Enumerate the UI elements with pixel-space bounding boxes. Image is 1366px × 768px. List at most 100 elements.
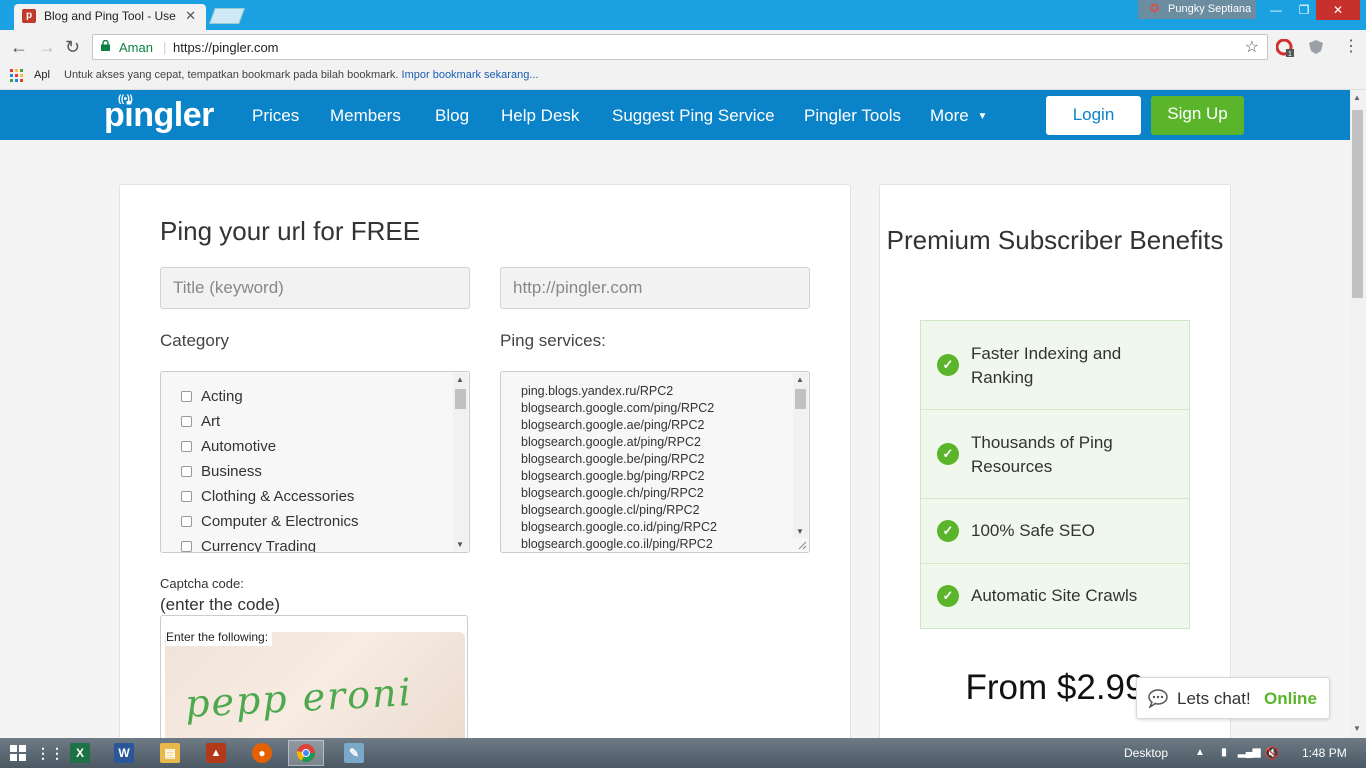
- page-scrollbar[interactable]: ▲ ▼: [1350, 90, 1366, 738]
- signal-waves-icon: ((•)): [118, 94, 133, 105]
- apps-grid-taskbar-icon[interactable]: ⋮⋮: [36, 743, 64, 763]
- category-name: Business: [201, 463, 262, 480]
- category-name: Automotive: [201, 438, 277, 455]
- lock-icon: [101, 40, 110, 51]
- pingler-logo[interactable]: ((•)) pingler: [104, 94, 214, 135]
- category-scroll-thumb[interactable]: [455, 389, 466, 409]
- ping-services-textarea[interactable]: ping.blogs.yandex.ru/RPC2 blogsearch.goo…: [500, 371, 810, 553]
- extension-icon[interactable]: 1: [1276, 39, 1294, 57]
- battery-icon[interactable]: ▮: [1214, 743, 1234, 763]
- file-explorer-icon[interactable]: ▤: [160, 743, 180, 763]
- nav-suggest-ping-service[interactable]: Suggest Ping Service: [612, 106, 775, 126]
- window-close-icon[interactable]: ✕: [1316, 0, 1360, 20]
- nav-pingler-tools[interactable]: Pingler Tools: [804, 106, 901, 126]
- services-scroll-thumb[interactable]: [795, 389, 806, 409]
- benefits-list: ✓ Faster Indexing and Ranking ✓ Thousand…: [920, 320, 1190, 629]
- captcha-word: pepp eroni: [184, 670, 414, 726]
- category-item[interactable]: Acting: [181, 388, 243, 405]
- word-icon[interactable]: W: [114, 743, 134, 763]
- category-item[interactable]: Clothing & Accessories: [181, 488, 354, 505]
- nav-help-desk[interactable]: Help Desk: [501, 106, 579, 126]
- checkbox[interactable]: [181, 391, 192, 402]
- category-label: Category: [160, 331, 229, 350]
- scroll-up-arrow-icon[interactable]: ▲: [456, 375, 464, 384]
- chat-widget[interactable]: Lets chat! Online: [1136, 677, 1330, 719]
- scroll-down-arrow-icon[interactable]: ▼: [1353, 724, 1361, 733]
- category-item[interactable]: Art: [181, 413, 220, 430]
- title-keyword-input[interactable]: [160, 267, 470, 309]
- menu-icon[interactable]: ⋮: [1343, 36, 1359, 56]
- scroll-down-arrow-icon[interactable]: ▼: [456, 540, 464, 549]
- service-line: blogsearch.google.ae/ping/RPC2: [521, 418, 705, 432]
- address-separator: |: [163, 40, 167, 55]
- category-item[interactable]: Business: [181, 463, 262, 480]
- captcha-box: pepp eroni Enter the following:: [160, 615, 468, 745]
- url-input[interactable]: [500, 267, 810, 309]
- minimize-icon[interactable]: —: [1262, 0, 1290, 20]
- nav-blog[interactable]: Blog: [435, 106, 469, 126]
- category-list[interactable]: Acting Art Automotive Business Clothing …: [160, 371, 470, 553]
- windows-start-icon[interactable]: [10, 745, 26, 761]
- maximize-icon[interactable]: ❐: [1290, 0, 1318, 20]
- svg-text:1: 1: [1288, 51, 1292, 57]
- captcha-image: pepp eroni: [165, 632, 465, 744]
- address-bar[interactable]: Aman | https://pingler.com ☆: [92, 34, 1268, 60]
- volume-muted-icon[interactable]: 🔇: [1262, 743, 1282, 763]
- captcha-sublabel: (enter the code): [160, 595, 281, 614]
- forward-arrow-icon[interactable]: →: [38, 37, 56, 58]
- category-item[interactable]: Computer & Electronics: [181, 513, 359, 530]
- checkbox[interactable]: [181, 491, 192, 502]
- signup-button[interactable]: Sign Up: [1151, 96, 1244, 135]
- benefit-text: Automatic Site Crawls: [971, 586, 1138, 605]
- url-text[interactable]: https://pingler.com: [173, 40, 279, 55]
- bookmark-star-icon[interactable]: ☆: [1245, 37, 1259, 57]
- resize-grip-icon[interactable]: [797, 540, 807, 550]
- page-scroll-thumb[interactable]: [1352, 110, 1363, 298]
- network-signal-icon[interactable]: ▂▄▆: [1238, 743, 1260, 763]
- category-item[interactable]: Automotive: [181, 438, 276, 455]
- tab-close-icon[interactable]: ✕: [185, 8, 196, 24]
- back-arrow-icon[interactable]: ←: [10, 37, 28, 58]
- category-scrollbar[interactable]: ▲ ▼: [453, 373, 468, 551]
- service-line: blogsearch.google.be/ping/RPC2: [521, 452, 705, 466]
- desktop-toolbar-label[interactable]: Desktop: [1124, 746, 1168, 760]
- apps-label[interactable]: Apl: [34, 69, 50, 81]
- site-navbar: ((•)) pingler Prices Members Blog Help D…: [0, 90, 1350, 140]
- category-name: Art: [201, 413, 221, 430]
- services-scrollbar[interactable]: ▲ ▼: [793, 373, 808, 538]
- extension-shield-icon[interactable]: [1307, 39, 1325, 55]
- check-circle-icon: ✓: [937, 520, 959, 542]
- profile-button[interactable]: Pungky Septiana: [1138, 0, 1256, 19]
- taskbar-clock[interactable]: 1:48 PM: [1302, 746, 1347, 760]
- firefox-icon[interactable]: ●: [252, 743, 272, 763]
- paint-icon[interactable]: ✎: [344, 743, 364, 763]
- nav-members[interactable]: Members: [330, 106, 401, 126]
- excel-icon[interactable]: X: [70, 743, 90, 763]
- checkbox[interactable]: [181, 416, 192, 427]
- service-line: blogsearch.google.at/ping/RPC2: [521, 435, 701, 449]
- nav-prices[interactable]: Prices: [252, 106, 299, 126]
- import-bookmarks-link[interactable]: Impor bookmark sekarang...: [402, 69, 539, 81]
- reload-icon[interactable]: ↻: [65, 37, 80, 58]
- checkbox[interactable]: [181, 516, 192, 527]
- matlab-icon[interactable]: ▲: [206, 743, 226, 763]
- login-button[interactable]: Login: [1046, 96, 1141, 135]
- security-status: Aman: [119, 40, 153, 55]
- scroll-up-arrow-icon[interactable]: ▲: [1353, 93, 1361, 102]
- scroll-up-arrow-icon[interactable]: ▲: [796, 375, 804, 384]
- checkbox[interactable]: [181, 441, 192, 452]
- benefit-item: ✓ Faster Indexing and Ranking: [921, 321, 1189, 410]
- scroll-down-arrow-icon[interactable]: ▼: [796, 527, 804, 536]
- tab-title: Blog and Ping Tool - Use: [44, 9, 176, 23]
- nav-more[interactable]: More ▼: [930, 106, 987, 126]
- chat-label: Lets chat!: [1177, 689, 1251, 708]
- checkbox[interactable]: [181, 541, 192, 552]
- checkbox[interactable]: [181, 466, 192, 477]
- apps-grid-icon[interactable]: [10, 69, 24, 83]
- bookmarks-bar: Apl Untuk akses yang cepat, tempatkan bo…: [0, 64, 1366, 90]
- pingler-favicon-icon: p: [22, 9, 36, 23]
- category-item[interactable]: Currency Trading: [181, 538, 316, 552]
- new-tab-button[interactable]: [209, 8, 245, 24]
- browser-tab[interactable]: p Blog and Ping Tool - Use ✕: [14, 4, 206, 30]
- tray-arrow-icon[interactable]: ▲: [1190, 743, 1210, 763]
